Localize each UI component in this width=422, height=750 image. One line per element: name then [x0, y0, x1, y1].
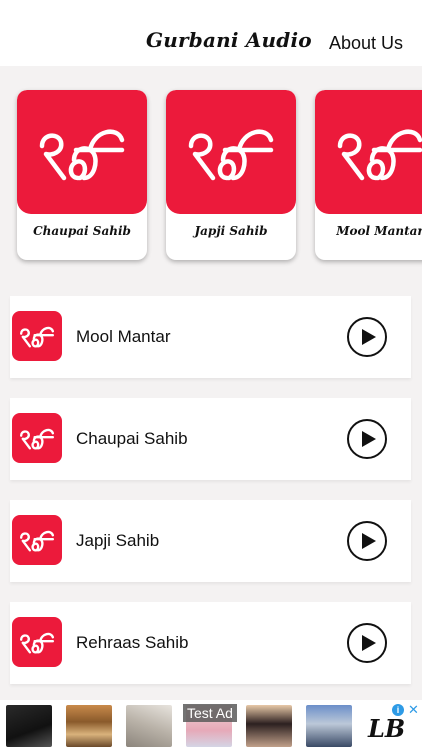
- track-thumbnail: [12, 515, 62, 565]
- app-title: Gurbani Audio: [146, 28, 312, 52]
- featured-card-art: [315, 90, 422, 214]
- app-header: Gurbani Audio About Us: [0, 0, 422, 66]
- track-row-japji-sahib[interactable]: Japji Sahib: [10, 500, 411, 582]
- play-icon: [361, 329, 376, 345]
- play-button[interactable]: [347, 623, 387, 663]
- ik-onkar-icon: [39, 129, 125, 181]
- track-thumbnail: [12, 311, 62, 361]
- play-button[interactable]: [347, 317, 387, 357]
- play-icon: [361, 431, 376, 447]
- ad-close-icon[interactable]: ✕: [408, 702, 419, 718]
- track-row-mool-mantar[interactable]: Mool Mantar: [10, 296, 411, 378]
- featured-card-japji-sahib[interactable]: Japji Sahib: [166, 90, 296, 260]
- ad-product-image[interactable]: [306, 705, 352, 747]
- track-thumbnail: [12, 413, 62, 463]
- ik-onkar-icon: [19, 632, 55, 654]
- play-button[interactable]: [347, 419, 387, 459]
- featured-card-mool-mantar[interactable]: Mool Mantar: [315, 90, 422, 260]
- ik-onkar-icon: [19, 428, 55, 450]
- ad-banner[interactable]: Test Ad LB i ✕: [0, 700, 422, 750]
- ik-onkar-icon: [188, 129, 274, 181]
- ad-product-image[interactable]: [246, 705, 292, 747]
- featured-card-label: Japji Sahib: [194, 224, 268, 238]
- ad-brand-logo[interactable]: LB: [368, 714, 405, 743]
- track-title: Japji Sahib: [76, 531, 160, 550]
- track-row-rehraas-sahib[interactable]: Rehraas Sahib: [10, 602, 411, 684]
- ad-label: Test Ad: [183, 704, 237, 722]
- ad-product-image[interactable]: [66, 705, 112, 747]
- ik-onkar-icon: [19, 326, 55, 348]
- play-button[interactable]: [347, 521, 387, 561]
- featured-card-art: [17, 90, 147, 214]
- track-row-chaupai-sahib[interactable]: Chaupai Sahib: [10, 398, 411, 480]
- featured-card-label: Mool Mantar: [336, 224, 422, 238]
- track-title: Mool Mantar: [76, 327, 171, 346]
- about-us-link[interactable]: About Us: [329, 33, 403, 54]
- play-icon: [361, 635, 376, 651]
- track-title: Rehraas Sahib: [76, 633, 189, 652]
- play-icon: [361, 533, 376, 549]
- track-title: Chaupai Sahib: [76, 429, 188, 448]
- ad-product-image[interactable]: [6, 705, 52, 747]
- featured-card-art: [166, 90, 296, 214]
- featured-card-label: Chaupai Sahib: [33, 224, 131, 238]
- ad-product-image[interactable]: [126, 705, 172, 747]
- track-thumbnail: [12, 617, 62, 667]
- featured-card-chaupai-sahib[interactable]: Chaupai Sahib: [17, 90, 147, 260]
- ad-info-icon[interactable]: i: [392, 704, 404, 716]
- featured-carousel[interactable]: Chaupai Sahib Japji Sahib Mool Mantar: [0, 66, 422, 280]
- ik-onkar-icon: [19, 530, 55, 552]
- ik-onkar-icon: [337, 129, 422, 181]
